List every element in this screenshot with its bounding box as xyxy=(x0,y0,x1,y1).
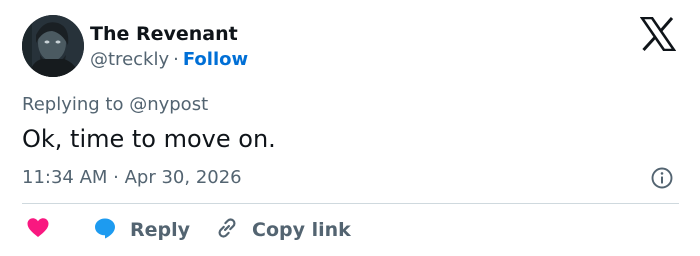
divider xyxy=(22,203,679,204)
tweet-text: Ok, time to move on. xyxy=(22,125,276,153)
author-handle[interactable]: @treckly xyxy=(90,49,169,70)
handle-row: @treckly · Follow xyxy=(90,48,248,72)
copy-link-label: Copy link xyxy=(252,219,351,241)
avatar[interactable] xyxy=(22,15,84,77)
timestamp[interactable]: 11:34 AM · Apr 30, 2026 xyxy=(22,166,242,190)
info-icon[interactable] xyxy=(650,166,674,190)
reply-bubble-icon xyxy=(93,216,117,244)
reply-label: Reply xyxy=(130,219,191,241)
author-name[interactable]: The Revenant xyxy=(90,22,238,46)
link-icon xyxy=(214,215,240,245)
like-button[interactable] xyxy=(26,216,50,244)
tweet-card: The Revenant @treckly · Follow Replying to… xyxy=(0,0,700,256)
replying-to[interactable]: Replying to @nypost xyxy=(22,93,208,117)
reply-button[interactable]: Reply xyxy=(93,216,190,244)
x-logo-icon[interactable] xyxy=(639,16,677,52)
copy-link-button[interactable]: Copy link xyxy=(214,216,351,244)
heart-icon xyxy=(26,216,50,244)
follow-button[interactable]: Follow xyxy=(183,49,248,70)
separator-dot: · xyxy=(173,49,179,70)
